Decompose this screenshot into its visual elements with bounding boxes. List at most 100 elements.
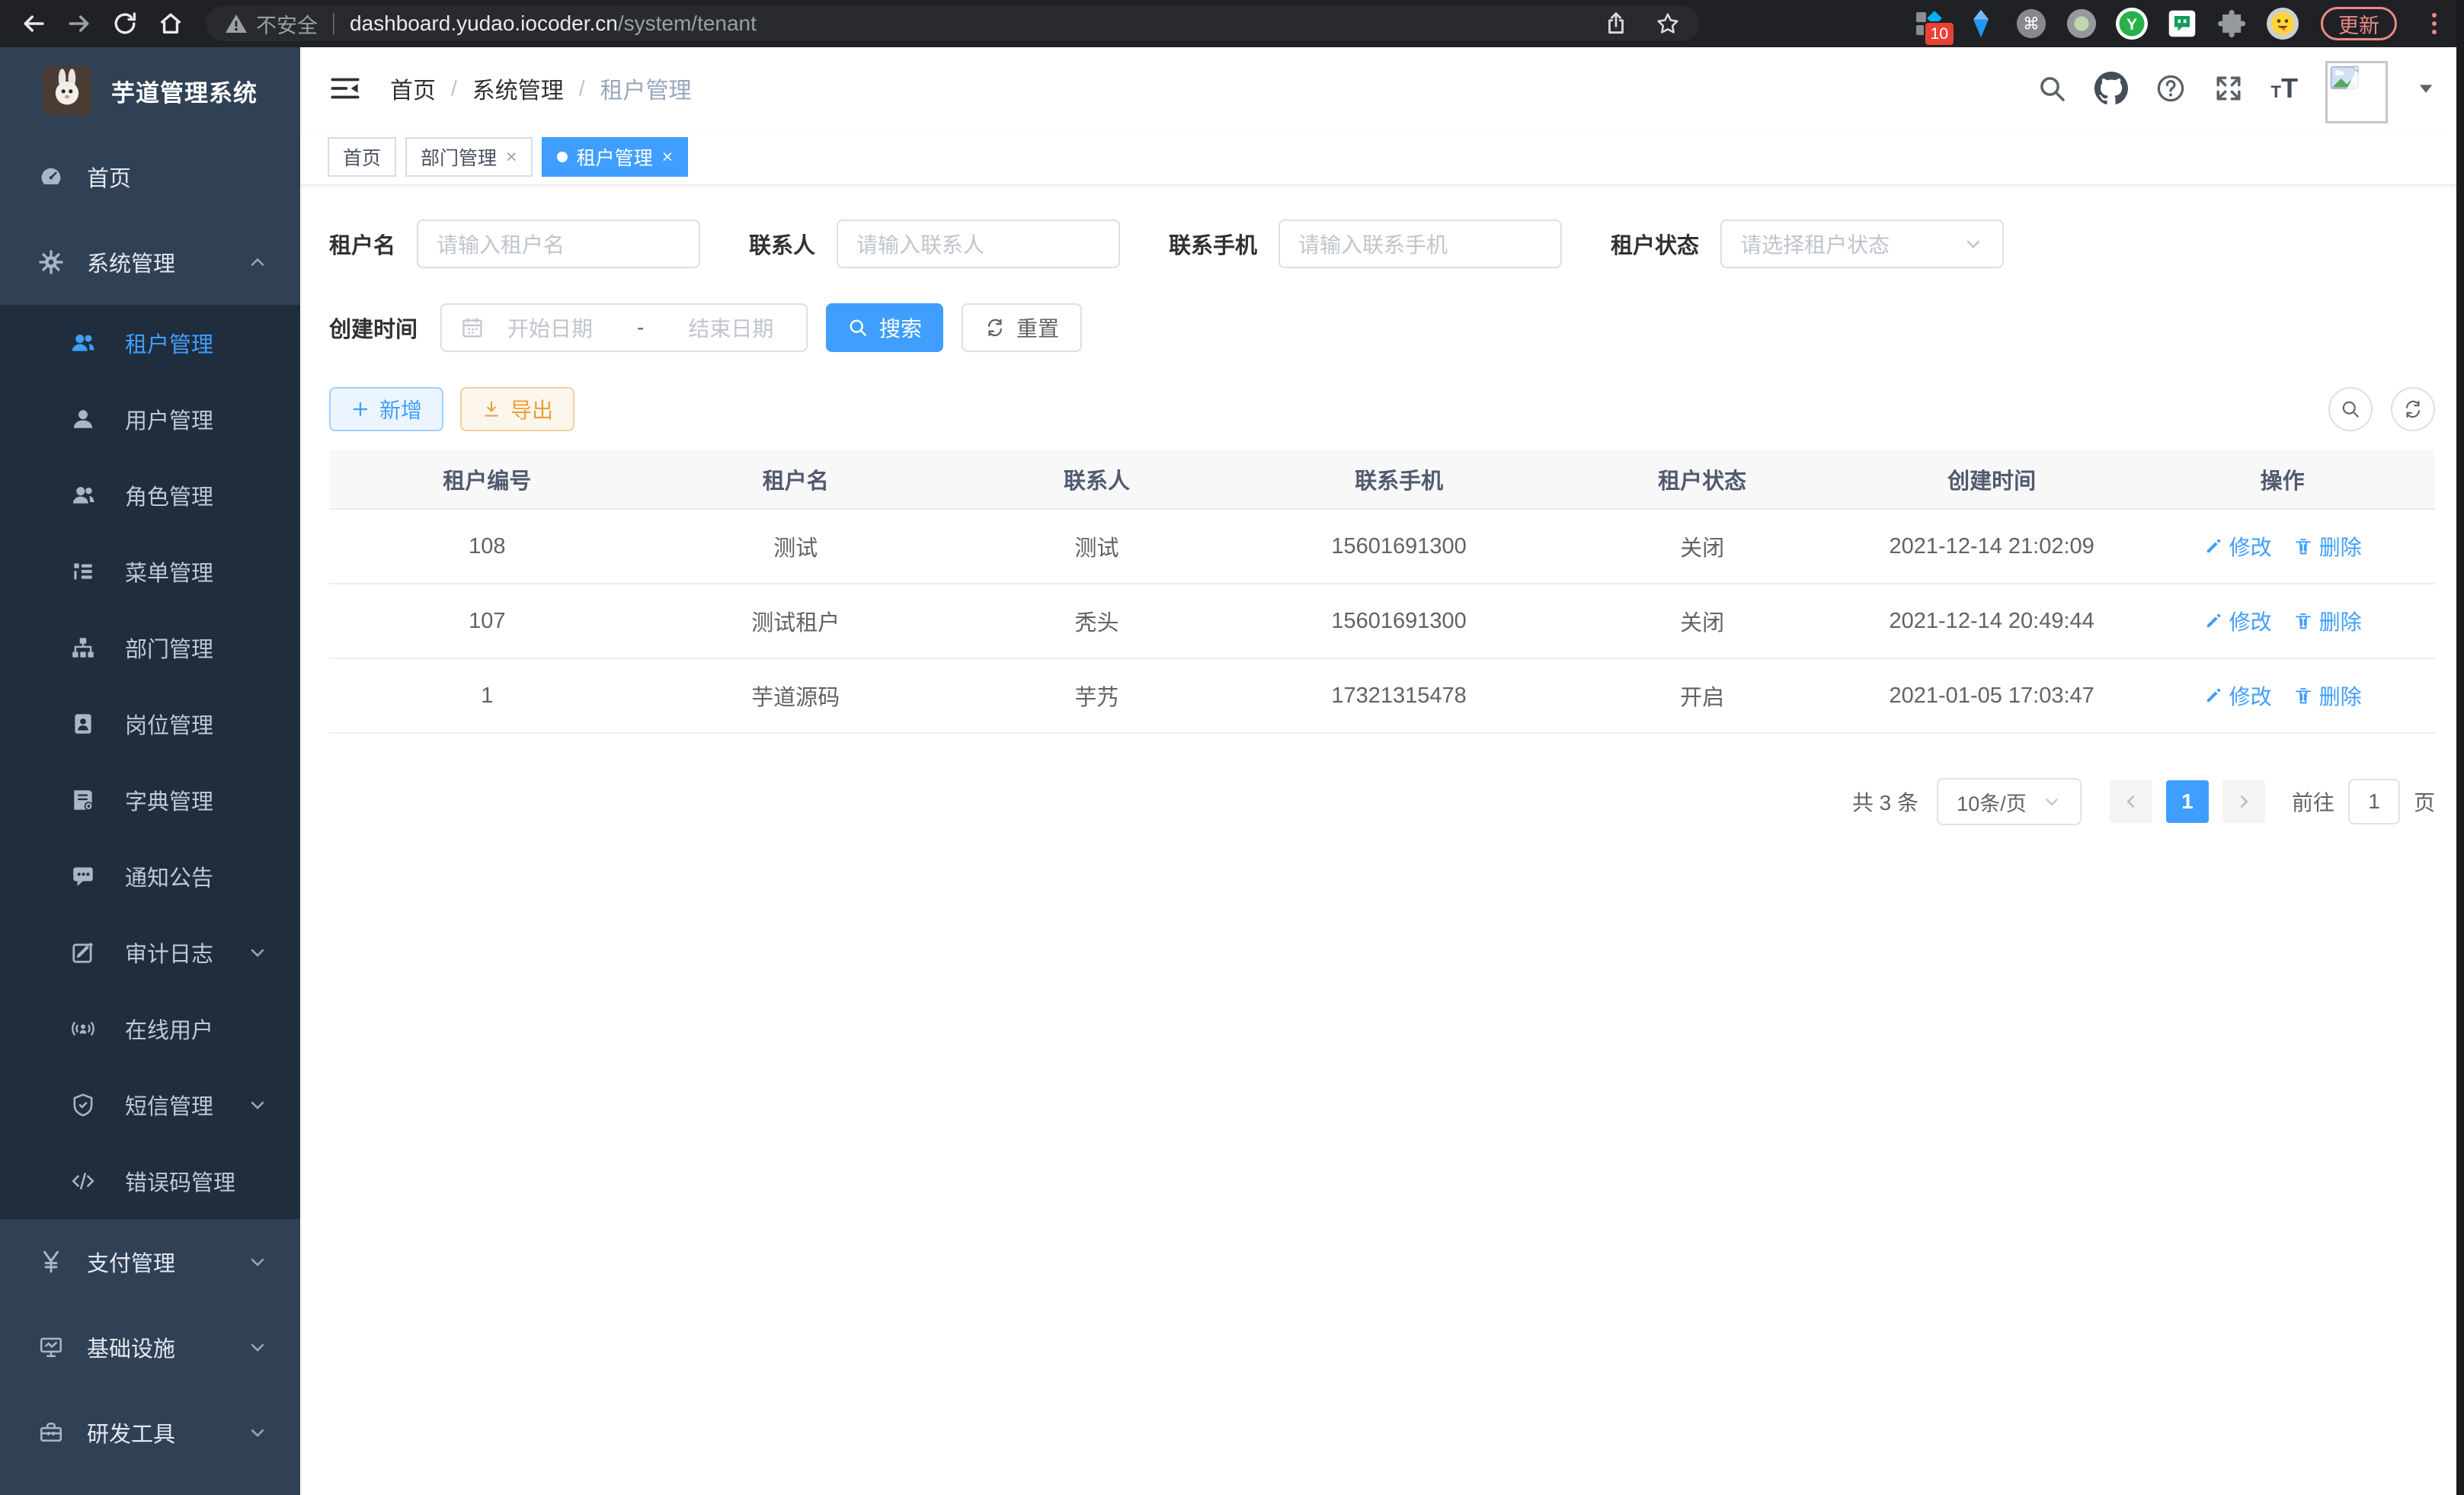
yen-icon	[35, 1249, 67, 1275]
close-icon[interactable]: ×	[506, 148, 517, 167]
users2-icon	[67, 330, 99, 356]
edit-link[interactable]: 修改	[2203, 680, 2272, 711]
help-icon[interactable]	[2155, 73, 2186, 104]
extension-command-icon[interactable]: ⌘	[2014, 7, 2048, 40]
table-cell: 17321315478	[1247, 658, 1550, 733]
contact-name-input[interactable]: 请输入联系人	[837, 219, 1120, 268]
tab-home[interactable]: 首页	[328, 137, 396, 177]
sidebar-item-post-management[interactable]: 岗位管理	[0, 686, 300, 762]
table-cell: 测试	[645, 509, 946, 584]
page-size-value: 10条/页	[1957, 787, 2027, 817]
security-label[interactable]: 不安全	[256, 9, 318, 39]
edit-link[interactable]: 修改	[2203, 531, 2272, 562]
extension-grid-diamond-icon[interactable]: 10	[1914, 7, 1947, 40]
extension-y-icon[interactable]: Y	[2115, 7, 2149, 40]
delete-link[interactable]: 删除	[2293, 531, 2362, 562]
font-size-icon[interactable]: TT	[2271, 75, 2298, 102]
sidebar-item-role-management[interactable]: 角色管理	[0, 457, 300, 533]
sidebar-item-online-users[interactable]: 在线用户	[0, 991, 300, 1067]
sidebar-item-system-management[interactable]: 系统管理	[0, 219, 300, 305]
not-secure-warning-icon[interactable]	[224, 11, 248, 36]
sidebar-item-pay-management[interactable]: 支付管理	[0, 1219, 300, 1305]
chevron-down-icon	[247, 1422, 268, 1443]
org-icon	[67, 635, 99, 661]
table-cell: 15601691300	[1247, 584, 1550, 658]
url-path[interactable]: /system/tenant	[618, 11, 757, 36]
next-page-button[interactable]	[2222, 780, 2265, 823]
page-size-select[interactable]: 10条/页	[1937, 778, 2082, 825]
breadcrumb-item[interactable]: 系统管理	[472, 72, 564, 105]
tab-dept-management[interactable]: 部门管理 ×	[405, 137, 533, 177]
search-icon[interactable]	[2037, 73, 2067, 104]
browser-reload-button[interactable]	[104, 2, 146, 45]
sidebar-item-sms-management[interactable]: 短信管理	[0, 1067, 300, 1143]
sidebar-item-infrastructure[interactable]: 基础设施	[0, 1305, 300, 1390]
share-icon[interactable]	[1603, 11, 1629, 37]
filter-row-1: 租户名请输入租户名联系人请输入联系人联系手机请输入联系手机租户状态请选择租户状态	[329, 219, 2435, 268]
shield-icon	[67, 1092, 99, 1118]
submenu-system-management: 租户管理用户管理角色管理菜单管理部门管理岗位管理字典管理通知公告审计日志在线用户…	[0, 305, 300, 1219]
app-logo-row[interactable]: 芋道管理系统	[0, 47, 300, 134]
sidebar-item-dev-tools[interactable]: 研发工具	[0, 1390, 300, 1475]
browser-home-button[interactable]	[149, 2, 192, 45]
goto-page-input[interactable]: 1	[2348, 779, 2400, 824]
sidebar-item-error-code-management[interactable]: 错误码管理	[0, 1143, 300, 1219]
add-button-label: 新增	[379, 394, 422, 424]
reset-button[interactable]: 重置	[962, 303, 1082, 352]
extension-chat-icon[interactable]	[2165, 7, 2199, 40]
export-button[interactable]: 导出	[460, 387, 574, 431]
refresh-table-button[interactable]	[2391, 387, 2435, 431]
browser-back-button[interactable]	[12, 2, 55, 45]
close-icon[interactable]: ×	[662, 148, 674, 167]
extension-emoji-icon[interactable]	[2266, 7, 2299, 40]
browser-menu-icon[interactable]	[2427, 8, 2441, 39]
create-time-range-picker[interactable]: 开始日期 - 结束日期	[440, 303, 808, 352]
search-button[interactable]: 搜索	[826, 303, 943, 352]
tenant-status-select[interactable]: 请选择租户状态	[1720, 219, 2004, 268]
sidebar-item-notice-announcement[interactable]: 通知公告	[0, 838, 300, 914]
extension-puzzle-icon[interactable]	[2216, 7, 2249, 40]
chevron-down-icon	[247, 1251, 268, 1273]
tab-label: 部门管理	[421, 143, 497, 171]
delete-link[interactable]: 删除	[2293, 606, 2362, 636]
sidebar-item-audit-log[interactable]: 审计日志	[0, 914, 300, 991]
breadcrumb-item[interactable]: 首页	[390, 72, 436, 105]
sidebar-item-tenant-management[interactable]: 租户管理	[0, 305, 300, 381]
collapse-sidebar-icon[interactable]	[328, 72, 363, 104]
breadcrumb-separator: /	[451, 76, 457, 101]
tenant-name-input[interactable]: 请输入租户名	[417, 219, 700, 268]
sidebar-item-dict-management[interactable]: 字典管理	[0, 762, 300, 838]
tree-icon	[67, 559, 99, 584]
fullscreen-icon[interactable]	[2213, 73, 2244, 104]
avatar[interactable]	[2325, 61, 2388, 123]
tab-tenant-management[interactable]: 租户管理×	[542, 137, 689, 177]
sidebar-item-home[interactable]: 首页	[0, 134, 300, 219]
start-date-placeholder[interactable]: 开始日期	[507, 312, 593, 343]
avatar-caret-icon[interactable]	[2415, 78, 2437, 99]
contact-mobile-input[interactable]: 请输入联系手机	[1278, 219, 1562, 268]
prev-page-button[interactable]	[2110, 780, 2152, 823]
github-icon[interactable]	[2094, 72, 2128, 105]
address-bar[interactable]: 不安全 dashboard.yudao.iocoder.cn /system/t…	[206, 6, 1699, 41]
pencil-icon	[2203, 686, 2223, 706]
sidebar-item-menu-management[interactable]: 菜单管理	[0, 533, 300, 610]
sidebar-item-user-management[interactable]: 用户管理	[0, 381, 300, 457]
browser-update-button[interactable]: 更新	[2321, 7, 2397, 40]
table-cell: 关闭	[1550, 584, 1854, 658]
add-button[interactable]: 新增	[329, 387, 443, 431]
end-date-placeholder[interactable]: 结束日期	[688, 312, 773, 343]
browser-forward-button[interactable]	[58, 2, 101, 45]
delete-link[interactable]: 删除	[2293, 680, 2362, 711]
toggle-search-button[interactable]	[2328, 387, 2373, 431]
bookmark-star-icon[interactable]	[1655, 11, 1681, 37]
filter-label: 租户名	[329, 228, 395, 260]
chat-icon	[67, 863, 99, 889]
extension-dot-circle-icon[interactable]	[2065, 7, 2098, 40]
page-number-1[interactable]: 1	[2166, 780, 2209, 823]
url-host[interactable]: dashboard.yudao.iocoder.cn	[350, 11, 618, 36]
edit-link[interactable]: 修改	[2203, 606, 2272, 636]
refresh-icon	[2402, 399, 2424, 420]
sidebar-item-dept-management[interactable]: 部门管理	[0, 610, 300, 686]
extension-gem-icon[interactable]	[1964, 7, 1998, 40]
sidebar-item-label: 审计日志	[125, 936, 213, 968]
